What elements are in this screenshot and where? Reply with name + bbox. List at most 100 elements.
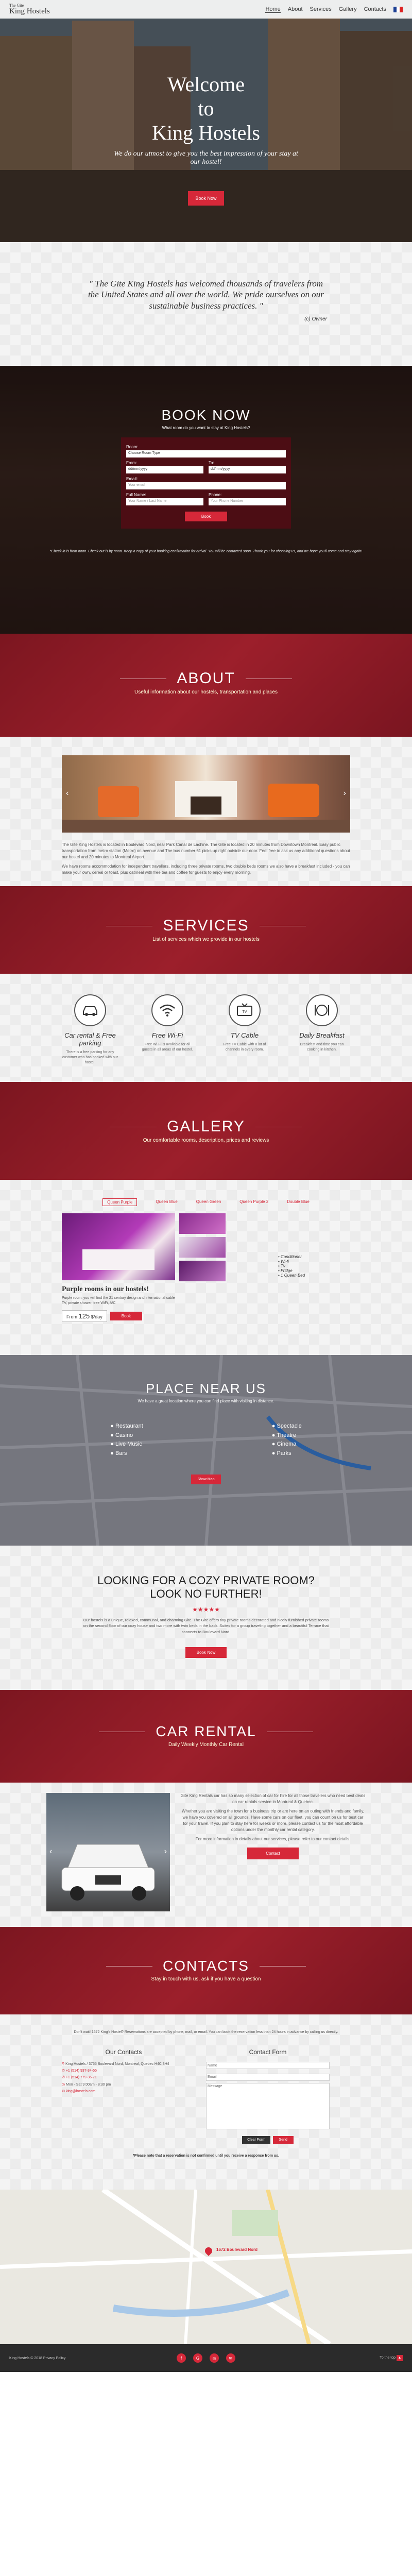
instagram-icon[interactable]: ◎ bbox=[210, 2353, 219, 2363]
quote-text: " The Gite King Hostels has welcomed tho… bbox=[88, 279, 324, 311]
place-item: ● Restaurant bbox=[110, 1423, 143, 1429]
contact-name-input[interactable] bbox=[206, 2062, 330, 2070]
from-date-input[interactable]: dd/mm/yyyy bbox=[126, 466, 203, 473]
contact-phone-2[interactable]: ✆ +1 (514) 779-36-71 bbox=[62, 2074, 185, 2081]
gallery-book-button[interactable]: Book bbox=[110, 1311, 142, 1320]
to-top-link[interactable]: To the top ▲ bbox=[300, 2355, 403, 2361]
contact-message-input[interactable] bbox=[206, 2082, 330, 2129]
about-slider: ‹ › bbox=[62, 755, 350, 833]
gallery-thumb[interactable] bbox=[179, 1213, 226, 1234]
tab-queen-purple-2[interactable]: Queen Purple 2 bbox=[239, 1198, 268, 1206]
brand-name: King Hostels bbox=[9, 7, 50, 15]
contacts-intro: Don't wait! 1672 King's Hostel? Reservat… bbox=[74, 2030, 338, 2034]
tab-queen-green[interactable]: Queen Green bbox=[196, 1198, 221, 1206]
nav-contacts[interactable]: Contacts bbox=[364, 6, 386, 13]
nav-links: Home About Services Gallery Contacts bbox=[265, 6, 386, 13]
service-breakfast: Daily Breakfast Breakfast and time you c… bbox=[294, 994, 350, 1065]
clear-form-button[interactable]: Clear Form bbox=[242, 2136, 271, 2144]
tab-double-blue[interactable]: Double Blue bbox=[287, 1198, 310, 1206]
map-pin-icon: ⚲ bbox=[62, 2062, 65, 2066]
about-content: ‹ › The Gite King Hostels is located in … bbox=[0, 737, 412, 886]
private-room-section: LOOKING FOR A COZY PRIVATE ROOM? LOOK NO… bbox=[0, 1546, 412, 1690]
price-prefix: From bbox=[66, 1314, 77, 1319]
room-select[interactable]: Choose Room Type bbox=[126, 450, 286, 457]
tab-queen-purple[interactable]: Queen Purple bbox=[102, 1198, 138, 1206]
hero-section: The Gite King Hostels Home About Service… bbox=[0, 0, 412, 242]
nav-about[interactable]: About bbox=[288, 6, 303, 13]
facebook-icon[interactable]: f bbox=[177, 2353, 186, 2363]
book-note: *Check in is from noon. Check out is by … bbox=[49, 550, 363, 553]
private-title-1: LOOKING FOR A COZY PRIVATE ROOM? bbox=[97, 1574, 315, 1587]
car-contact-button[interactable]: Contact bbox=[247, 1848, 299, 1859]
price-box: From 125 $/day bbox=[62, 1310, 107, 1322]
email-icon[interactable]: ✉ bbox=[226, 2353, 235, 2363]
gallery-main-photo[interactable] bbox=[62, 1213, 175, 1280]
quote-author: (c) Owner bbox=[304, 316, 327, 322]
send-button[interactable]: Send bbox=[272, 2136, 294, 2144]
slider-prev-icon[interactable]: ‹ bbox=[66, 789, 68, 798]
contact-email[interactable]: ✉ king@hostels.com bbox=[62, 2088, 185, 2095]
places-right-list: ● Spectacle ● Theatre ● Cinema ● Parks bbox=[272, 1422, 302, 1458]
price-suffix: $/day bbox=[91, 1314, 102, 1319]
service-desc: Breakfast and time you can cooking in ki… bbox=[300, 1043, 344, 1052]
google-plus-icon[interactable]: G bbox=[193, 2353, 202, 2363]
place-item: ● Bars bbox=[110, 1450, 127, 1456]
location-map[interactable]: 1672 Boulevard Nord bbox=[0, 2190, 412, 2344]
service-wifi: Free Wi-Fi Free Wi-Fi is available for a… bbox=[139, 994, 196, 1065]
hero-title-line2: to bbox=[198, 97, 214, 120]
contacts-title: CONTACTS bbox=[163, 1958, 249, 1974]
phone-input[interactable]: Your Phone Number bbox=[209, 498, 286, 505]
language-flag[interactable] bbox=[393, 6, 403, 12]
nav-gallery[interactable]: Gallery bbox=[339, 6, 357, 13]
private-book-button[interactable]: Book Now bbox=[185, 1647, 227, 1658]
nav-home[interactable]: Home bbox=[265, 6, 281, 13]
rating-stars: ★★★★★ bbox=[192, 1606, 220, 1613]
contacts-note: *Please note that a reservation is not c… bbox=[133, 2154, 279, 2158]
room-label: Room: bbox=[126, 445, 139, 449]
map-drawing bbox=[0, 2190, 412, 2344]
about-paragraph-2: We have rooms accommodation for independ… bbox=[62, 864, 350, 875]
map-pin-label: 1672 Boulevard Nord bbox=[216, 2247, 258, 2252]
book-submit-button[interactable]: Book bbox=[184, 512, 228, 521]
arrow-up-icon: ▲ bbox=[397, 2355, 403, 2361]
gallery-thumb[interactable] bbox=[179, 1237, 226, 1258]
about-room-photo bbox=[62, 781, 350, 833]
slider-next-icon[interactable]: › bbox=[344, 789, 346, 798]
hero-book-button[interactable]: Book Now bbox=[188, 191, 224, 206]
service-tv: TV TV Cable Free TV Cable with a lot of … bbox=[216, 994, 273, 1065]
nav-services[interactable]: Services bbox=[310, 6, 332, 13]
contact-phone-1[interactable]: ✆ +1 (514) 937-34-55 bbox=[62, 2067, 185, 2074]
service-name: TV Cable bbox=[230, 1031, 259, 1039]
name-input[interactable]: Your Name / Last Name bbox=[126, 498, 203, 505]
from-label: From: bbox=[126, 461, 137, 465]
place-item: ● Live Music bbox=[110, 1441, 142, 1448]
about-title: ABOUT bbox=[177, 670, 235, 687]
phone-label: Phone: bbox=[209, 493, 222, 497]
contact-email-input[interactable] bbox=[206, 2073, 330, 2081]
contact-form-title: Contact Form bbox=[249, 2048, 287, 2056]
contact-hours: ◷ Mon - Sat 9:00am - 8:30 pm bbox=[62, 2082, 111, 2087]
car-paragraph-3: For more information in details about ou… bbox=[195, 1837, 351, 1841]
service-desc: Free TV Cable with a lot of channels in … bbox=[223, 1043, 266, 1052]
booking-form: Room: Choose Room Type From: dd/mm/yyyy … bbox=[121, 437, 291, 529]
brand-logo[interactable]: The Gite King Hostels bbox=[9, 3, 50, 15]
gallery-thumb[interactable] bbox=[179, 1261, 226, 1281]
car-photo bbox=[61, 1844, 155, 1901]
price-value: 125 bbox=[78, 1312, 90, 1320]
svg-text:TV: TV bbox=[243, 1010, 247, 1014]
car-paragraph-1: Gite King Rentals car has so many select… bbox=[180, 1793, 366, 1804]
to-date-input[interactable]: dd/mm/yyyy bbox=[209, 466, 286, 473]
contacts-subtitle: Stay in touch with us, ask if you have a… bbox=[151, 1976, 261, 1982]
car-next-icon[interactable]: › bbox=[164, 1847, 167, 1856]
tab-queen-blue[interactable]: Queen Blue bbox=[156, 1198, 177, 1206]
gallery-title: GALLERY bbox=[167, 1118, 245, 1135]
gallery-subtitle: Our comfortable rooms, description, pric… bbox=[143, 1138, 269, 1143]
footer-copyright: King Hostels © 2018 Privacy Policy bbox=[9, 2356, 66, 2360]
show-map-button[interactable]: Show Map bbox=[191, 1475, 221, 1485]
place-item: ● Parks bbox=[271, 1450, 291, 1456]
places-left-list: ● Restaurant ● Casino ● Live Music ● Bar… bbox=[110, 1422, 143, 1458]
amenity-item: • Fridge bbox=[278, 1268, 293, 1273]
car-prev-icon[interactable]: ‹ bbox=[49, 1847, 52, 1856]
place-item: ● Spectacle bbox=[271, 1423, 302, 1429]
email-input[interactable]: Your email bbox=[126, 482, 286, 489]
